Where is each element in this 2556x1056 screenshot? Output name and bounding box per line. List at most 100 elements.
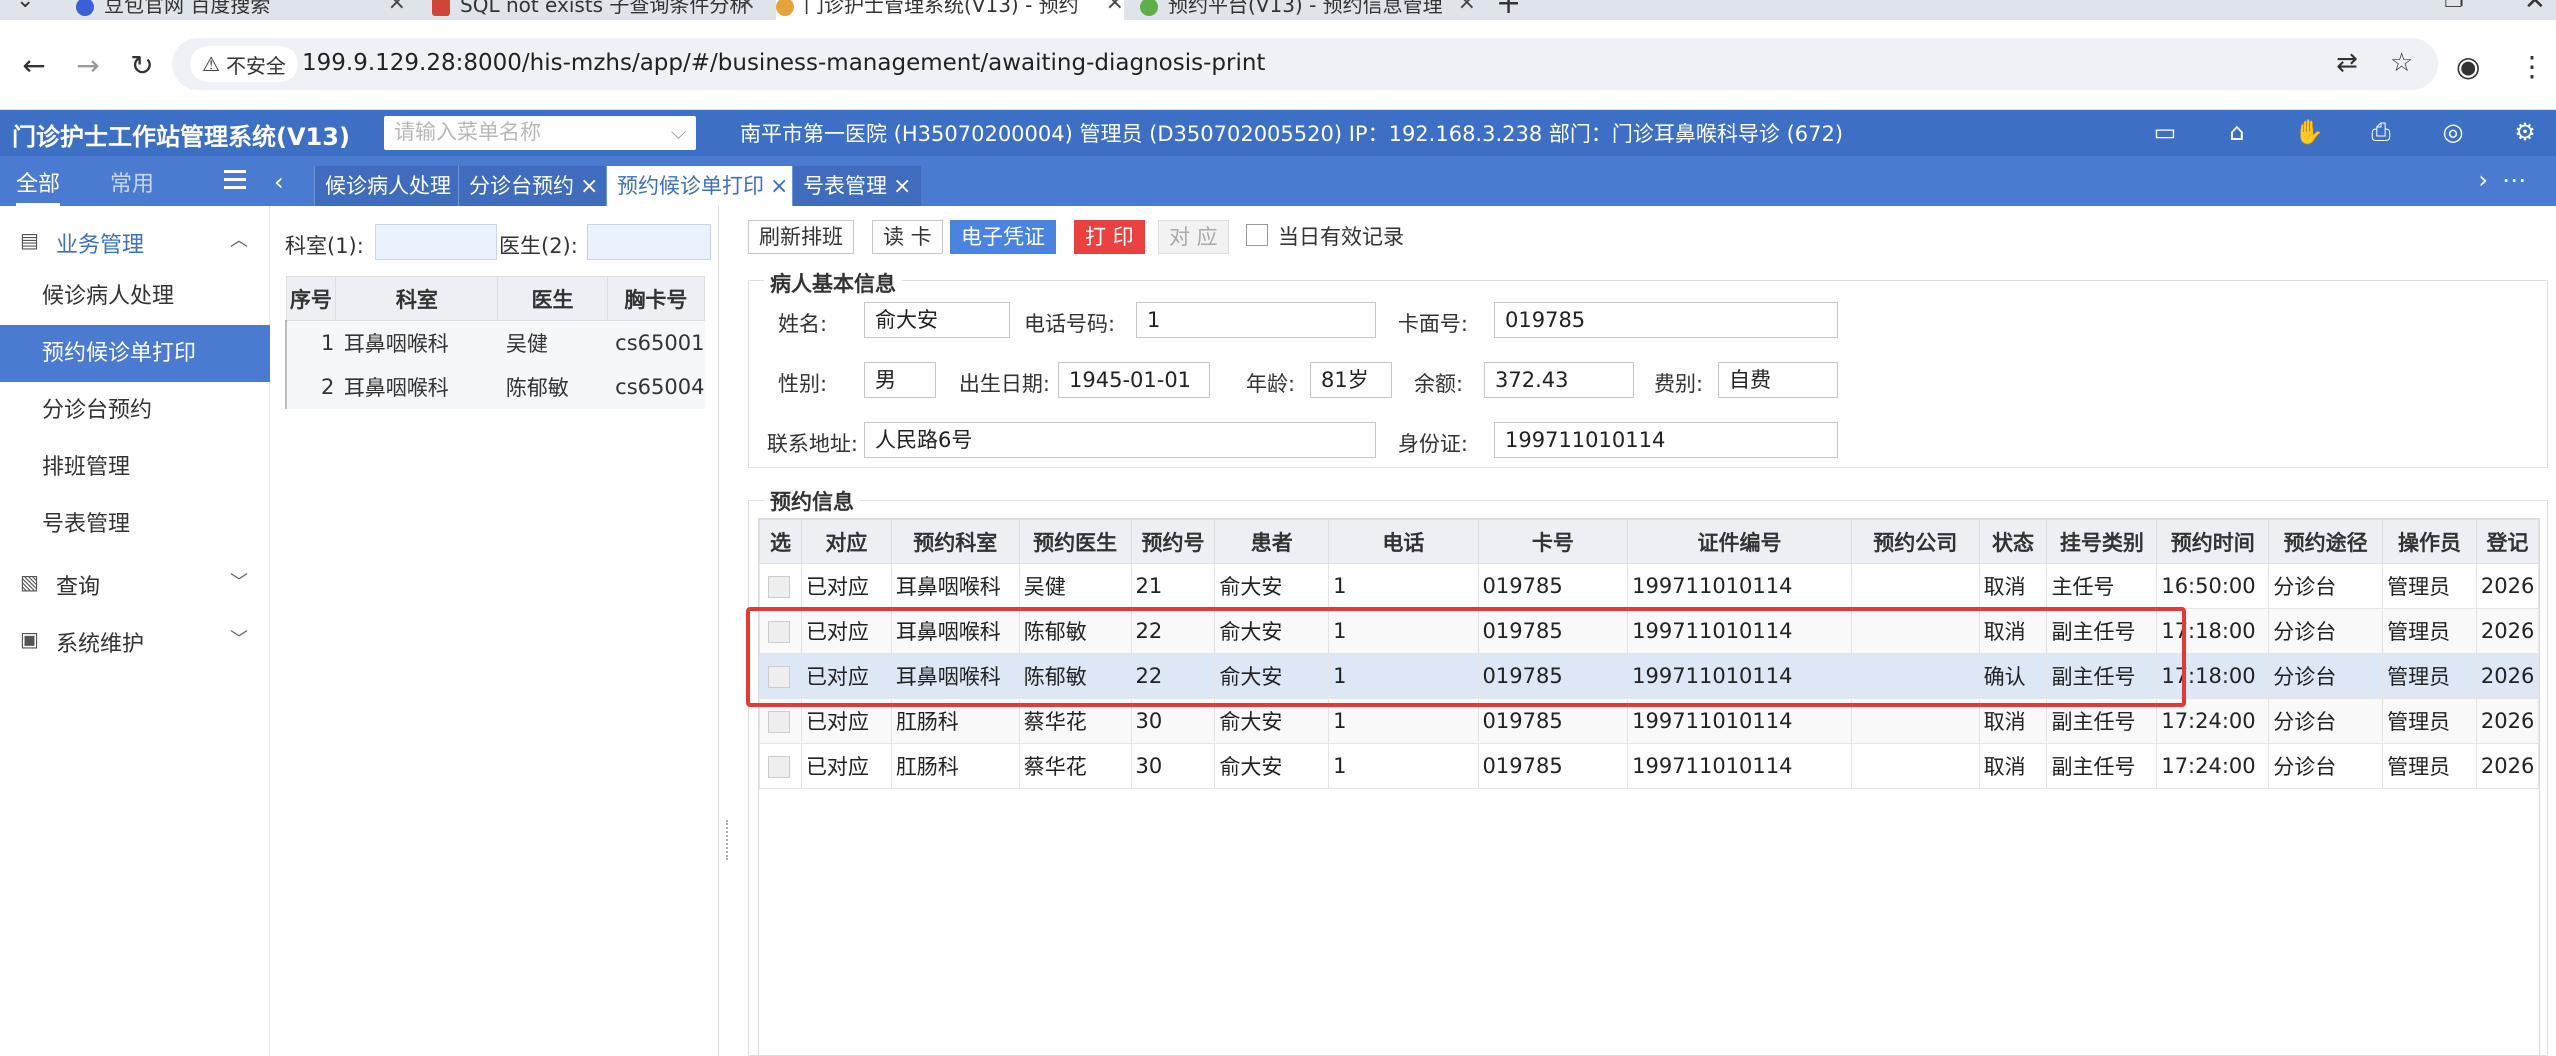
eye-icon[interactable]: ◎ xyxy=(2436,115,2470,149)
col-header[interactable]: 医生 xyxy=(497,276,608,321)
browser-tab-booking[interactable]: 预约平台(V13) - 预约信息管理 × xyxy=(1140,0,1476,20)
row-checkbox[interactable] xyxy=(768,711,790,733)
gear-icon[interactable]: ⚙ xyxy=(2508,115,2542,149)
sidebar-item-triage-booking[interactable]: 分诊台预约 xyxy=(0,382,270,439)
bookmark-star-icon[interactable]: ☆ xyxy=(2390,48,2413,78)
col-header[interactable]: 操作员 xyxy=(2382,519,2477,564)
col-header[interactable]: 证件编号 xyxy=(1627,519,1852,564)
sidebar-item-schedule-table[interactable]: 号表管理 xyxy=(0,496,270,553)
menu-search-input[interactable] xyxy=(384,116,654,150)
row-checkbox[interactable] xyxy=(768,666,790,688)
card-field[interactable]: 019785 xyxy=(1494,302,1838,338)
table-row[interactable]: 1 耳鼻咽喉科 吴健 cs65001 xyxy=(285,320,705,365)
tab-common[interactable]: 常用 xyxy=(110,166,154,198)
browser-tab-active[interactable]: 门诊护士管理系统(V13) - 预约 × xyxy=(776,0,1124,20)
col-header[interactable]: 科室 xyxy=(335,276,499,321)
sidebar-item-waiting-patients[interactable]: 候诊病人处理 xyxy=(0,268,270,325)
page-tab-waiting-slip-print[interactable]: 预约候诊单打印 × xyxy=(606,166,799,206)
browser-menu-kebab-icon[interactable]: ⋮ xyxy=(2518,50,2546,83)
doctor-filter-input[interactable] xyxy=(587,224,711,260)
row-checkbox[interactable] xyxy=(768,576,790,598)
table-row[interactable]: 已对应 耳鼻咽喉科 陈郁敏 22 俞大安 1 019785 199711010114 取消 副主任… xyxy=(759,608,2539,654)
dob-field[interactable]: 1945-01-01 xyxy=(1058,362,1210,398)
menu-search[interactable]: ⌵ xyxy=(384,116,696,150)
page-tab-triage-booking[interactable]: 分诊台预约 × xyxy=(458,166,609,206)
row-select-cell[interactable] xyxy=(759,653,802,699)
sidebar-group-system[interactable]: ▣ 系统维护 ﹀ xyxy=(0,613,270,665)
hand-icon[interactable]: ✋ xyxy=(2292,115,2326,149)
col-header[interactable]: 电话 xyxy=(1328,519,1479,564)
row-select-cell[interactable] xyxy=(759,563,802,609)
browser-tab-sql[interactable]: SQL not exists 子查询条件分析 × xyxy=(432,0,756,20)
translate-icon[interactable]: ⇄ xyxy=(2336,48,2358,78)
row-checkbox[interactable] xyxy=(768,756,790,778)
close-tab-icon[interactable]: × xyxy=(770,174,788,199)
address-field[interactable]: 人民路6号 xyxy=(864,422,1376,458)
col-header[interactable]: 预约号 xyxy=(1130,519,1216,564)
profile-icon[interactable]: ◉ xyxy=(2456,50,2480,83)
col-header[interactable]: 状态 xyxy=(1978,519,2048,564)
col-header[interactable]: 预约时间 xyxy=(2156,519,2270,564)
presentation-icon[interactable]: ⌂ xyxy=(2220,115,2254,149)
col-header[interactable]: 序号 xyxy=(285,276,337,321)
col-header[interactable]: 预约公司 xyxy=(1850,519,1980,564)
close-tab-icon[interactable]: × xyxy=(388,0,406,15)
print-button[interactable]: 打 印 xyxy=(1074,220,1145,254)
today-only-checkbox[interactable] xyxy=(1246,224,1268,246)
table-row[interactable]: 已对应 肛肠科 蔡华花 30 俞大安 1 019785 199711010114 取消 副主任号 1… xyxy=(759,743,2539,789)
close-tab-icon[interactable]: × xyxy=(893,174,911,199)
row-select-cell[interactable] xyxy=(759,698,802,744)
security-indicator[interactable]: ⚠ 不安全 xyxy=(190,46,298,82)
sidebar-item-waiting-slip-print[interactable]: 预约候诊单打印 xyxy=(0,325,270,382)
close-window-icon[interactable]: ✕ xyxy=(2524,0,2546,16)
sidebar-group-business[interactable]: ▤ 业务管理 ︿ xyxy=(0,214,270,266)
table-row[interactable]: 已对应 肛肠科 蔡华花 30 俞大安 1 019785 199711010114 取消 副主任号 1… xyxy=(759,698,2539,744)
url-text[interactable]: 199.9.129.28:8000/his-mzhs/app/#/busines… xyxy=(302,50,1265,76)
id-field[interactable]: 199711010114 xyxy=(1494,422,1838,458)
close-tab-icon[interactable]: × xyxy=(580,174,598,199)
col-header[interactable]: 预约科室 xyxy=(890,519,1020,564)
url-omnibox[interactable]: ⚠ 不安全 199.9.129.28:8000/his-mzhs/app/#/b… xyxy=(172,38,2438,90)
back-icon[interactable]: ← xyxy=(16,48,52,84)
panel-splitter[interactable] xyxy=(726,820,734,860)
sidebar-group-query[interactable]: ▧ 查询 ﹀ xyxy=(0,556,270,608)
col-header[interactable]: 卡号 xyxy=(1477,519,1629,564)
chevron-down-icon[interactable]: ⌵ xyxy=(671,120,686,144)
e-voucher-button[interactable]: 电子凭证 xyxy=(950,220,1056,254)
close-tab-icon[interactable]: × xyxy=(1106,0,1124,15)
page-tab-waiting-patients[interactable]: 候诊病人处理 xyxy=(314,166,461,206)
col-header[interactable]: 对应 xyxy=(800,519,892,564)
browser-menu-icon[interactable]: ⌄ xyxy=(16,0,34,13)
browser-tab-baidu[interactable]: 豆包官网 百度搜索 × xyxy=(76,0,406,20)
printer-icon[interactable]: ⎙ xyxy=(2364,115,2398,149)
col-header[interactable]: 挂号类别 xyxy=(2046,519,2158,564)
read-card-button[interactable]: 读 卡 xyxy=(872,220,943,254)
dept-filter-input[interactable] xyxy=(375,224,497,260)
forward-icon[interactable]: → xyxy=(70,48,106,84)
row-checkbox[interactable] xyxy=(768,621,790,643)
row-select-cell[interactable] xyxy=(759,743,802,789)
name-field[interactable]: 俞大安 xyxy=(864,302,1010,338)
col-header[interactable]: 登记 xyxy=(2475,519,2539,564)
col-header[interactable]: 患者 xyxy=(1214,519,1330,564)
row-select-cell[interactable] xyxy=(759,608,802,654)
reload-icon[interactable]: ↻ xyxy=(124,48,160,84)
fee-field[interactable]: 自费 xyxy=(1718,362,1838,398)
collapse-menu-icon[interactable] xyxy=(224,170,246,190)
close-tab-icon[interactable]: × xyxy=(738,0,756,15)
age-field[interactable]: 81岁 xyxy=(1310,362,1392,398)
sex-field[interactable]: 男 xyxy=(864,362,936,398)
col-header[interactable]: 预约医生 xyxy=(1018,519,1132,564)
balance-field[interactable]: 372.43 xyxy=(1484,362,1634,398)
monitor-icon[interactable]: ▭ xyxy=(2148,115,2182,149)
table-row[interactable]: 已对应 耳鼻咽喉科 吴健 21 俞大安 1 019785 199711010114 取消 主任号 1… xyxy=(759,563,2539,609)
col-header[interactable]: 预约途径 xyxy=(2268,519,2384,564)
match-button[interactable]: 对 应 xyxy=(1158,220,1229,254)
page-tab-schedule-table[interactable]: 号表管理 × xyxy=(792,166,922,206)
tab-all[interactable]: 全部 xyxy=(16,166,61,206)
col-header[interactable]: 胸卡号 xyxy=(606,276,706,321)
new-tab-button[interactable]: + xyxy=(1496,0,1521,20)
restore-window-icon[interactable]: ❐ xyxy=(2444,0,2464,13)
tabs-scroll-left-icon[interactable]: ‹ xyxy=(274,168,284,196)
table-row[interactable]: 2 耳鼻咽喉科 陈郁敏 cs65004 xyxy=(285,364,705,409)
